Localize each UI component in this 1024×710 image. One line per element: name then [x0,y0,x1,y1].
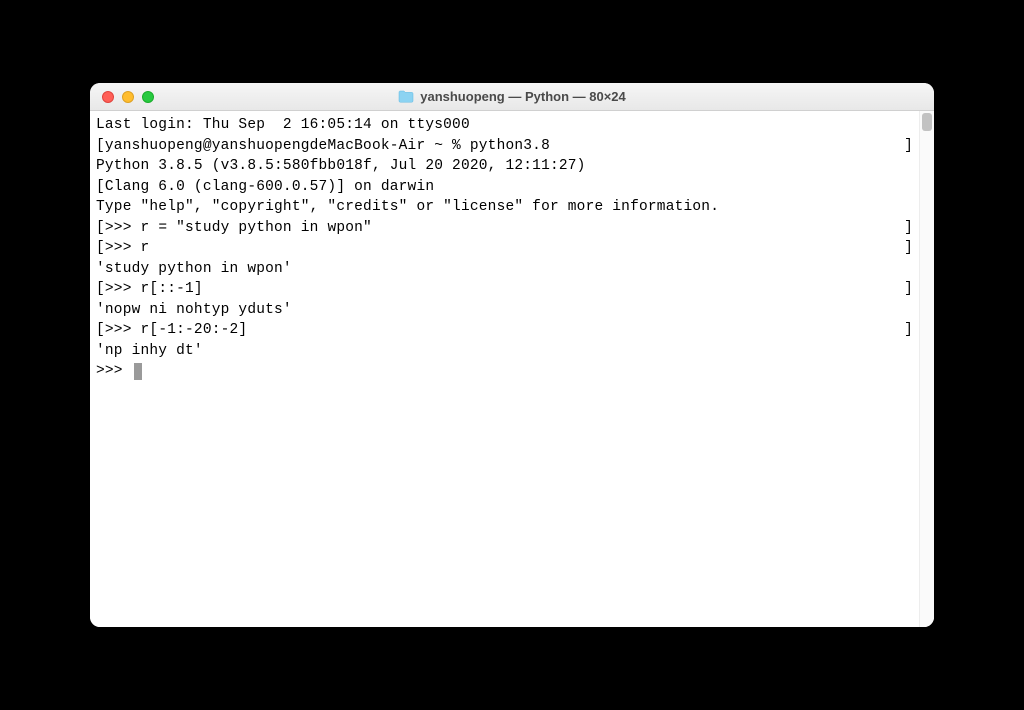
scrollbar[interactable] [919,111,934,627]
folder-icon [398,90,414,103]
terminal-window: yanshuopeng — Python — 80×24 Last login:… [90,83,934,627]
terminal-line: 'nopw ni nohtyp yduts' [96,300,913,321]
terminal-line: [>>> r = "study python in wpon"] [96,218,913,239]
minimize-icon[interactable] [122,91,134,103]
close-icon[interactable] [102,91,114,103]
zoom-icon[interactable] [142,91,154,103]
window-title: yanshuopeng — Python — 80×24 [420,89,626,104]
terminal-line: [>>> r] [96,238,913,259]
titlebar[interactable]: yanshuopeng — Python — 80×24 [90,83,934,111]
terminal-line: Type "help", "copyright", "credits" or "… [96,197,913,218]
prompt-line: >>> [96,361,913,382]
terminal-line: [>>> r[::-1]] [96,279,913,300]
terminal-line: 'study python in wpon' [96,259,913,280]
terminal-line: Last login: Thu Sep 2 16:05:14 on ttys00… [96,115,913,136]
cursor-icon [134,363,142,380]
terminal-line: [Clang 6.0 (clang-600.0.57)] on darwin [96,177,913,198]
title-wrap: yanshuopeng — Python — 80×24 [90,89,934,104]
terminal-line: Python 3.8.5 (v3.8.5:580fbb018f, Jul 20 … [96,156,913,177]
scroll-thumb[interactable] [922,113,932,131]
terminal-line: [yanshuopeng@yanshuopengdeMacBook-Air ~ … [96,136,913,157]
terminal-line: 'np inhy dt' [96,341,913,362]
terminal-line: [>>> r[-1:-20:-2]] [96,320,913,341]
traffic-lights [90,91,154,103]
body-area: Last login: Thu Sep 2 16:05:14 on ttys00… [90,111,934,627]
terminal-content[interactable]: Last login: Thu Sep 2 16:05:14 on ttys00… [90,111,919,627]
